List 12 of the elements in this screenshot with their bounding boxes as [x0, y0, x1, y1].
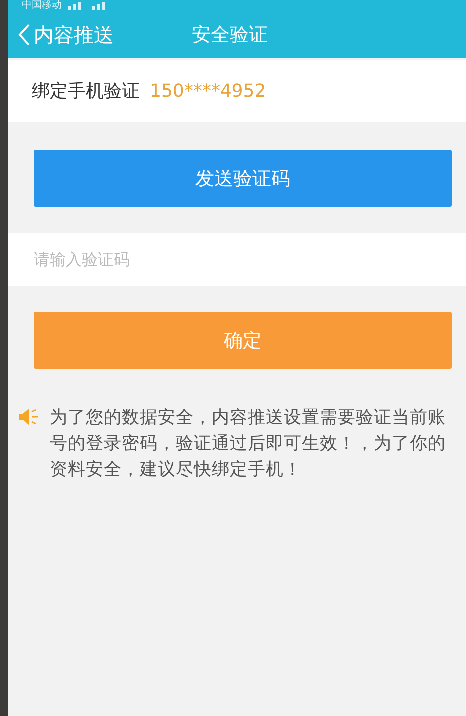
carrier-name: 中国移动: [22, 1, 62, 11]
speaker-icon: [18, 407, 40, 427]
chevron-left-icon: [18, 24, 30, 46]
code-input-field[interactable]: 请输入验证码: [8, 233, 466, 286]
notice-text: 为了您的数据安全，内容推送设置需要验证当前账号的登录密码，验证通过后即可生效！，为了你的资料安全，建议尽快绑定手机！: [50, 407, 447, 482]
send-code-button[interactable]: 发送验证码: [34, 150, 452, 207]
signal-icon: [68, 2, 108, 10]
confirm-button[interactable]: 确定: [34, 312, 452, 369]
phone-label: 绑定手机验证: [32, 80, 140, 103]
page-title: 安全验证: [192, 23, 268, 48]
phone-number: 150****4952: [150, 80, 266, 102]
back-button[interactable]: 内容推送: [18, 22, 114, 48]
